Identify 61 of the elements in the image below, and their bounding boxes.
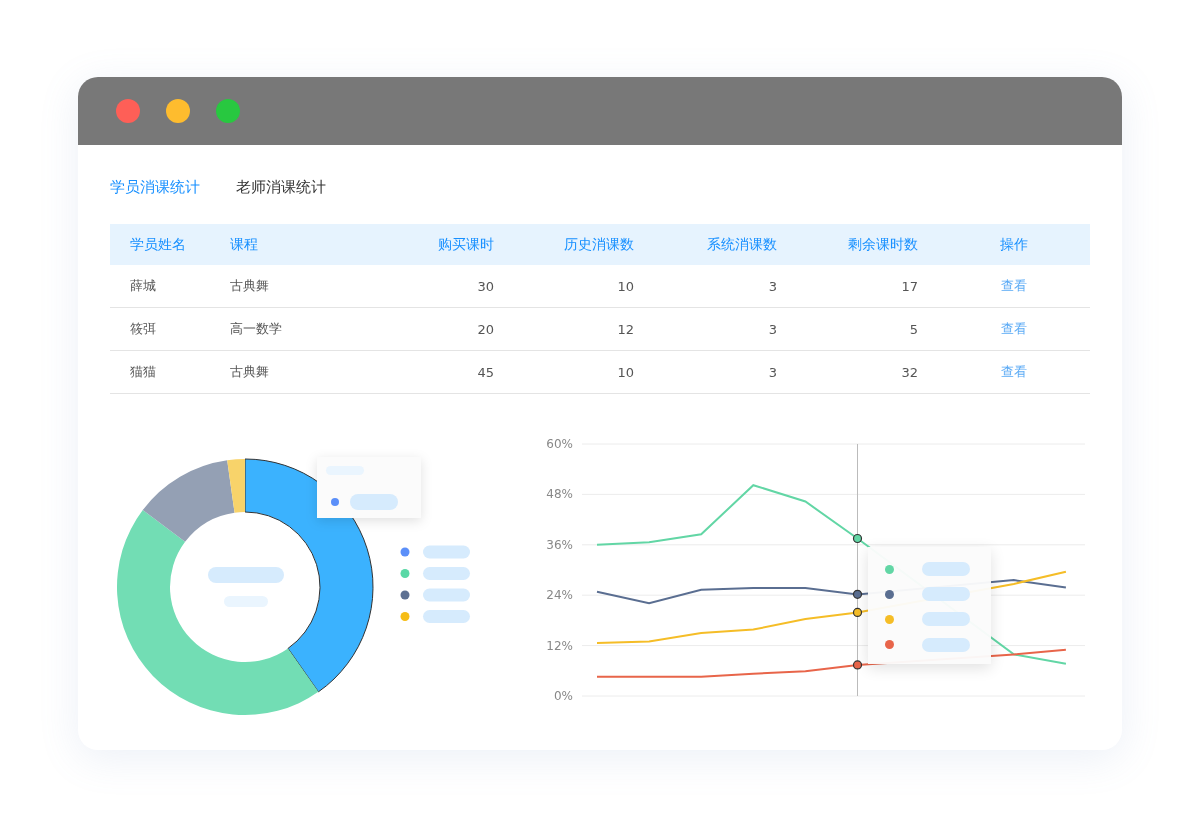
data-point-marker [852, 533, 863, 544]
table-cell: 3 [768, 321, 777, 337]
minimize-icon[interactable] [166, 99, 190, 123]
text-placeholder-bar [423, 545, 470, 559]
text-placeholder-bar [922, 587, 970, 602]
text-placeholder-bar [922, 612, 970, 627]
axis-tick-label: 36% [546, 537, 573, 552]
text-placeholder-bar [922, 562, 970, 576]
legend-dot [885, 589, 894, 599]
legend-dot [400, 569, 410, 578]
view-link[interactable]: 查看 [1001, 278, 1027, 293]
column-header: 剩余课时数 [848, 235, 918, 252]
maximize-icon[interactable] [216, 99, 240, 123]
text-placeholder-bar [423, 610, 470, 623]
legend-dot [400, 612, 410, 621]
tab[interactable]: 学员消课统计 [110, 177, 200, 197]
tab[interactable]: 老师消课统计 [236, 177, 326, 197]
text-placeholder-bar [922, 637, 970, 652]
table-cell: 12 [617, 321, 634, 337]
table-cell: 32 [901, 364, 918, 380]
table-cell: 17 [901, 278, 918, 294]
table-cell: 3 [768, 278, 777, 294]
table-cell: 3 [768, 364, 777, 380]
legend-dot [331, 498, 339, 506]
legend-dot [400, 590, 410, 600]
column-header: 历史消课数 [564, 235, 634, 252]
table-cell: 20 [477, 321, 494, 337]
data-point-marker [852, 660, 863, 670]
legend-dot [885, 564, 894, 574]
column-header: 课程 [230, 235, 258, 252]
data-point-marker [852, 589, 863, 599]
column-header: 购买课时 [438, 235, 494, 252]
column-header: 系统消课数 [707, 235, 777, 252]
axis-tick-label: 48% [546, 487, 573, 502]
view-link[interactable]: 查看 [1001, 364, 1027, 379]
table-cell: 高一数学 [230, 321, 282, 336]
axis-tick-label: 12% [546, 638, 573, 653]
table-cell: 10 [617, 364, 634, 380]
text-placeholder-bar [350, 494, 398, 510]
legend-dot [885, 640, 894, 650]
text-placeholder-bar [423, 588, 470, 602]
table-cell: 10 [617, 278, 634, 294]
axis-tick-label: 24% [546, 588, 573, 603]
view-link[interactable]: 查看 [1001, 321, 1027, 336]
data-point-marker [852, 607, 863, 617]
table-cell: 筱弭 [130, 321, 156, 336]
legend-dot [400, 547, 410, 557]
legend-dot [885, 614, 894, 624]
column-header: 学员姓名 [130, 235, 186, 252]
column-header: 操作 [1000, 235, 1028, 252]
table-cell: 5 [909, 321, 918, 337]
text-placeholder-bar [423, 567, 470, 580]
table-cell: 古典舞 [230, 364, 269, 379]
table-cell: 30 [477, 278, 494, 294]
table-cell: 薛城 [130, 278, 156, 293]
table-cell: 猫猫 [130, 364, 156, 379]
axis-tick-label: 60% [546, 437, 573, 451]
axis-tick-label: 0% [553, 689, 573, 703]
close-icon[interactable] [116, 99, 140, 123]
table-cell: 45 [477, 364, 494, 380]
table-cell: 古典舞 [230, 278, 269, 293]
